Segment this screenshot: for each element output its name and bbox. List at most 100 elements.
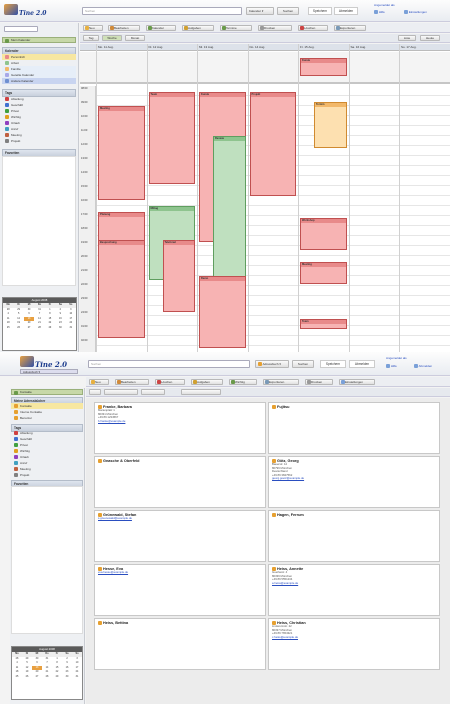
calendar-event[interactable]: Termin [314,102,347,148]
calendar-event[interactable]: Telefonat [162,240,195,312]
print-button[interactable]: Drucken [305,379,333,385]
mini-day[interactable]: 27 [24,326,34,331]
mini-calendar[interactable]: August 2008 Mo Di Mi Do Fr Sa So 28 29 30 31 1 2 3 4 5 6… [11,646,83,700]
mini-day[interactable]: 31 [72,675,82,680]
calendar-event[interactable]: Workshop [300,218,347,250]
view-toolbar: Tag Woche Monat Liste Heute [80,34,450,43]
app-switcher[interactable]: Adressbuch ▾ [20,369,78,374]
export-button[interactable]: Exportieren [263,379,299,385]
mini-calendar-grid[interactable]: Mo Di Mi Do Fr Sa So 28 29 30 31 1 2 3 4 5 6 7 8 9 10 11 12 13 1… [3,303,76,330]
view-list-button[interactable]: Liste [398,35,416,41]
mini-day[interactable]: 30 [62,675,72,680]
contact-card[interactable]: Heiss, Christian Lindwurmstr. 22 80337 Mün… [268,618,440,670]
delete-button[interactable]: Löschen [298,25,328,31]
settings-link[interactable]: Einstellungen [404,10,427,15]
mini-day[interactable]: 29 [52,675,62,680]
contact-card[interactable]: Hagen, Ferrum [268,510,440,562]
save-button[interactable]: Speichern [308,7,332,15]
contact-card[interactable]: Heiss, Bettina [94,618,266,670]
contact-email[interactable]: b.franke@example.de [98,419,262,424]
new-button[interactable]: Neu [89,379,109,385]
calendar-event[interactable]: Meeting [98,106,145,200]
today-button[interactable]: Heute [420,35,440,41]
contact-card[interactable]: Fujitsu [268,402,440,454]
app-logo: Tine 2.0 [20,356,67,369]
mini-day[interactable]: 30 [55,326,65,331]
date-picker[interactable] [4,26,38,32]
print-button[interactable]: Drucken [258,25,292,31]
appointments-button[interactable]: Termine [220,25,252,31]
mini-day[interactable]: 26 [13,326,23,331]
contact-card[interactable]: Heiss, Annette Goethestr. 4 80336 München +… [268,564,440,616]
contact-email[interactable]: eva.hesse@example.de [98,570,262,575]
edit-button[interactable]: Bearbeiten [108,25,140,31]
calendar-item[interactable]: Andere Kalender [2,78,76,84]
tags-list: Abteilung Geschäft Privat Wichtig Urlaub… [2,96,76,144]
filter-field[interactable] [104,389,138,395]
mini-day[interactable]: 31 [66,326,76,331]
contacts-tab[interactable]: Kontakte [11,389,83,395]
calendar-event[interactable]: Projekt [249,92,296,196]
contact-email[interactable]: a.heiss@example.de [272,581,436,586]
search-input[interactable]: Suchen [82,7,242,15]
contact-card[interactable]: Hesse, Eva eva.hesse@example.de [94,564,266,616]
save-button[interactable]: Speichern [320,360,346,368]
delete-button[interactable]: Löschen [155,379,185,385]
app-select[interactable]: Kalender ▾ [246,7,274,15]
filter-button[interactable] [89,389,101,395]
mini-day[interactable]: 27 [32,675,42,680]
new-button[interactable]: Neu [83,25,103,31]
calendar-button[interactable]: Kalender [146,25,176,31]
calendar-event[interactable]: Team [300,319,347,329]
contact-name: Gnasche & Oberfeld [98,459,262,463]
contact-card[interactable]: Götz, Georg Bauerstr. 12 80796 München Deut… [268,456,440,508]
contact-card[interactable]: Gnasche & Oberfeld [94,456,266,508]
mini-day[interactable]: 28 [42,675,52,680]
contact-icon [98,459,102,463]
mini-day[interactable]: 29 [45,326,55,331]
calendar-event[interactable]: Demo [199,276,246,348]
calendar-event[interactable]: Team [148,92,195,184]
print-button-label: Drucken [311,380,323,384]
contact-email[interactable]: s.gruenewald@example.de [98,516,262,521]
filter-operator[interactable] [141,389,165,395]
contact-card[interactable]: Grünewald, Stefan s.gruenewald@example.de [94,510,266,562]
tasks-button[interactable]: Aufgaben [182,25,214,31]
calendar-event[interactable]: Besprechung [98,240,145,338]
contact-email[interactable]: georg.goetz@example.de [272,477,436,481]
contact-email[interactable]: c.heiss@example.de [272,635,436,640]
search-button[interactable]: Suchen [292,360,314,368]
view-day-button[interactable]: Tag [83,35,99,41]
mini-day[interactable]: 26 [22,675,32,680]
logout-button[interactable]: Abmelden [334,7,358,15]
addressbook-item[interactable]: Benutzer [11,415,83,421]
help-link[interactable]: Hilfe [374,10,385,15]
tag-item[interactable]: Projekt [2,138,76,144]
contact-card[interactable]: Franke, Barbara Marienplatz 1 80331 Münche… [94,402,266,454]
search-input[interactable]: Suchen [88,360,250,368]
logout-button[interactable]: Abmelden [349,360,375,368]
filter-value[interactable] [181,389,221,395]
settings-link[interactable]: Abmelden [414,364,432,369]
app-select[interactable]: Adressbuch ▾ [255,360,289,368]
settings-button[interactable]: Einstellungen [339,379,375,385]
edit-button[interactable]: Bearbeiten [115,379,149,385]
calendar-event[interactable]: Kunde [300,58,347,76]
mini-day[interactable]: 25 [12,675,22,680]
mini-day[interactable]: 25 [3,326,13,331]
tag-item[interactable]: Projekt [11,472,83,478]
tasks-button[interactable]: Aufgaben [191,379,223,385]
search-button[interactable]: Suchen [277,7,299,15]
mini-calendar[interactable]: August 2008 Mo Di Mi Do Fr Sa So 28 29 30 31 1 2 3 4 5 6… [2,297,77,351]
calendar-event[interactable]: Meeting [300,262,347,284]
event-title: Projekt [250,93,295,97]
important-button[interactable]: Wichtig [229,379,257,385]
my-calendar-filter[interactable]: Mein Kalender [2,37,76,43]
export-button[interactable]: Exportieren [334,25,366,31]
help-link[interactable]: Hilfe [386,364,397,369]
view-week-button[interactable]: Woche [102,35,122,41]
view-month-button[interactable]: Monat [125,35,145,41]
mini-day[interactable]: 28 [34,326,44,331]
mini-calendar-grid[interactable]: Mo Di Mi Do Fr Sa So 28 29 30 31 1 2 3 4 5 6 7 8 9 10 11 12 13 1… [12,652,82,679]
contacts-grid: Franke, Barbara Marienplatz 1 80331 Münche… [86,398,450,704]
